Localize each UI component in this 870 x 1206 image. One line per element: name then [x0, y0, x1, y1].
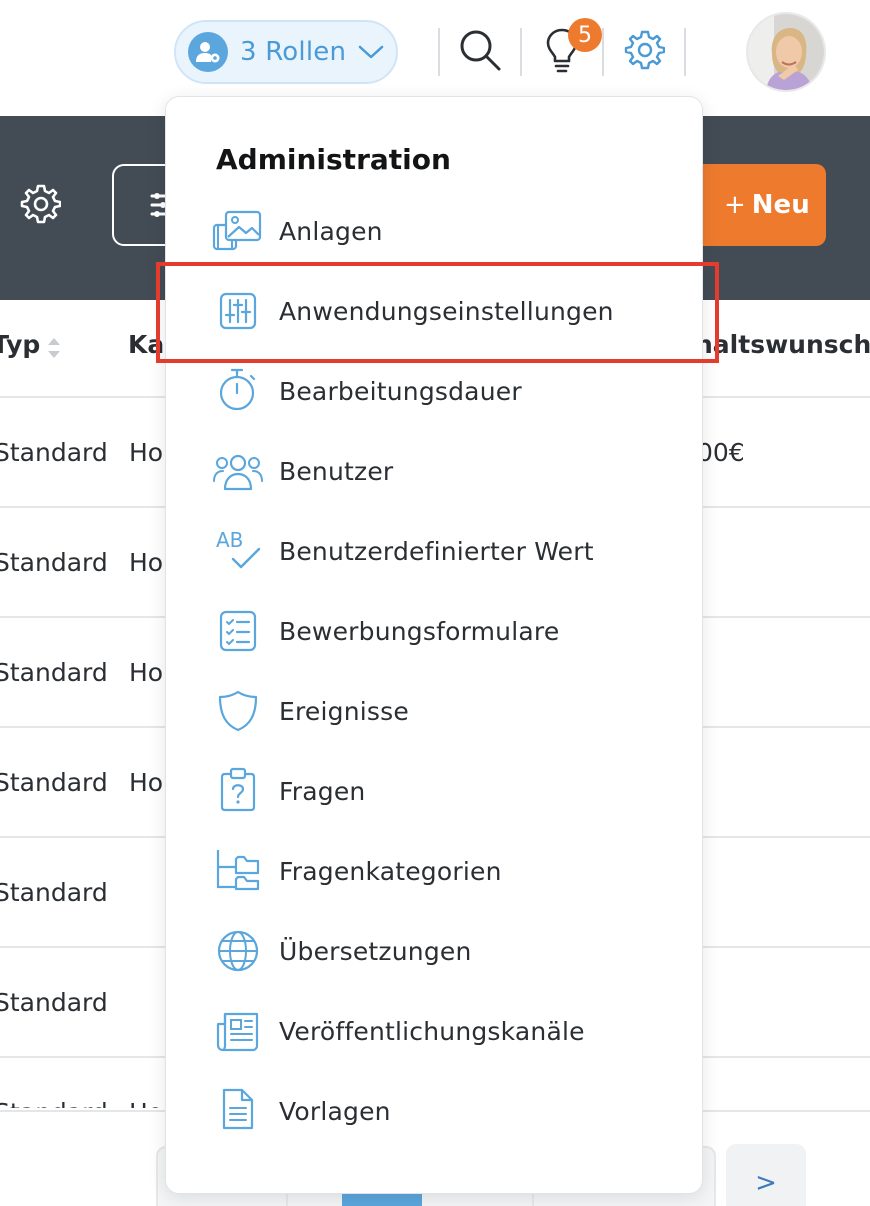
column-header-typ[interactable]: Typ [0, 330, 40, 359]
cell-typ: Standard [0, 988, 108, 1017]
pagination-next-button[interactable]: > [726, 1144, 806, 1206]
roles-selector[interactable]: 3 Rollen [174, 20, 398, 84]
menu-item-label: Fragenkategorien [279, 856, 502, 886]
column-header-gehaltswunsch[interactable]: haltswunsch [695, 330, 870, 359]
cell-typ: Standard [0, 878, 108, 907]
cell-ka: Ho [129, 548, 164, 577]
document-icon [210, 1081, 266, 1137]
menu-item-vorlagen[interactable]: Vorlagen [166, 1071, 702, 1151]
gear-icon [623, 29, 666, 75]
cell-typ: Standard [0, 768, 108, 797]
notification-badge: 5 [568, 18, 602, 52]
roles-label: 3 Rollen [240, 37, 347, 67]
search-icon [457, 27, 503, 77]
menu-item-label: Übersetzungen [279, 936, 472, 966]
divider [520, 28, 522, 76]
divider [438, 28, 440, 76]
images-icon [210, 203, 266, 259]
plus-icon: + [724, 190, 746, 220]
menu-item-uebersetzungen[interactable]: Übersetzungen [166, 911, 702, 991]
users-icon [210, 443, 266, 499]
menu-item-label: Ereignisse [279, 696, 409, 726]
gear-icon [19, 183, 62, 229]
toolbar-settings-button[interactable] [14, 180, 66, 232]
svg-text:AB: AB [216, 528, 243, 552]
cell-ka: Ho [129, 438, 164, 467]
menu-item-label: Anlagen [279, 216, 383, 246]
menu-item-label: Benutzer [279, 456, 394, 486]
cell-ka: Ho [129, 768, 164, 797]
menu-item-benutzerdefinierter-wert[interactable]: AB Benutzerdefinierter Wert [166, 511, 702, 591]
ab-check-icon: AB [210, 521, 266, 577]
divider [602, 28, 604, 76]
cell-typ: Standard [0, 1098, 108, 1108]
highlight-box [156, 262, 719, 363]
new-button[interactable]: + Neu [690, 164, 826, 246]
cell-typ: Standard [0, 548, 108, 577]
menu-item-label: Fragen [279, 776, 366, 806]
menu-item-label: Vorlagen [279, 1096, 391, 1126]
avatar[interactable] [746, 12, 826, 92]
menu-item-label: Benutzerdefinierter Wert [279, 536, 594, 566]
cell-typ: Standard [0, 658, 108, 687]
folder-tree-icon [210, 841, 266, 897]
shield-icon [210, 683, 266, 739]
cell-typ: Standard [0, 438, 108, 467]
cell-gehalt: 00€ [697, 438, 745, 467]
settings-button[interactable] [616, 26, 672, 78]
menu-item-fragen[interactable]: Fragen [166, 751, 702, 831]
menu-item-veroeffentlichungskanaele[interactable]: Veröffentlichungskanäle [166, 991, 702, 1071]
user-gear-icon [188, 32, 228, 72]
cell-ka: Ho [129, 1098, 163, 1108]
menu-item-label: Bewerbungsformulare [279, 616, 560, 646]
menu-item-ereignisse[interactable]: Ereignisse [166, 671, 702, 751]
checklist-icon [210, 603, 266, 659]
menu-item-fragenkategorien[interactable]: Fragenkategorien [166, 831, 702, 911]
menu-section-title: Administration [216, 143, 451, 176]
new-button-label: Neu [751, 190, 810, 220]
menu-item-bearbeitungsdauer[interactable]: Bearbeitungsdauer [166, 351, 702, 431]
sort-icon[interactable] [46, 335, 62, 361]
admin-dropdown-menu: Administration Anlagen Anwendungseinstel… [165, 96, 703, 1194]
menu-item-benutzer[interactable]: Benutzer [166, 431, 702, 511]
cell-ka: Ho [129, 658, 164, 687]
newspaper-icon [210, 1003, 266, 1059]
menu-item-bewerbungsformulare[interactable]: Bewerbungsformulare [166, 591, 702, 671]
divider [684, 28, 686, 76]
search-button[interactable] [452, 26, 508, 78]
clipboard-question-icon [210, 761, 266, 817]
chevron-down-icon [358, 44, 384, 60]
menu-item-label: Bearbeitungsdauer [279, 376, 522, 406]
menu-item-anlagen[interactable]: Anlagen [166, 191, 702, 271]
menu-item-label: Veröffentlichungskanäle [279, 1016, 585, 1046]
globe-icon [210, 923, 266, 979]
stopwatch-icon [210, 361, 266, 417]
